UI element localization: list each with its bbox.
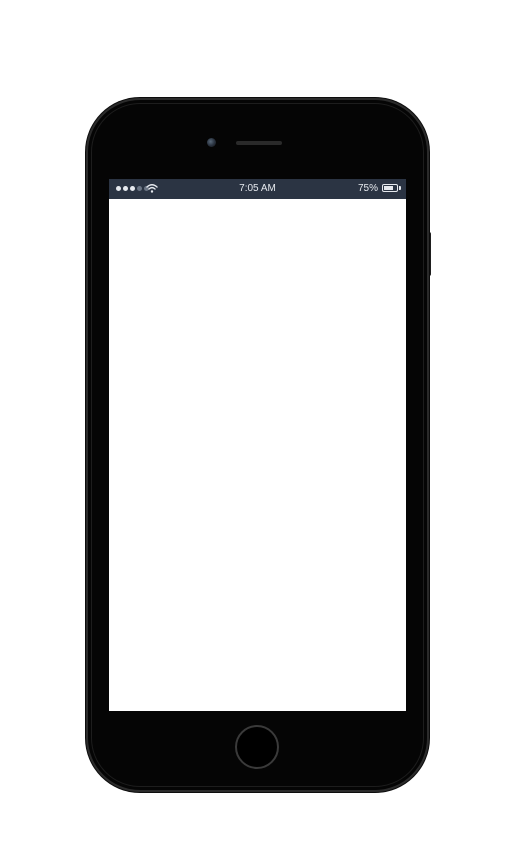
device-stage: 7:05 AM 75%	[0, 0, 514, 866]
phone-screen[interactable]: 7:05 AM 75%	[109, 179, 406, 711]
earpiece-speaker	[236, 141, 282, 145]
status-bar: 7:05 AM 75%	[109, 179, 406, 199]
battery-cap	[399, 186, 401, 190]
home-button[interactable]	[235, 725, 279, 769]
battery-icon	[382, 184, 398, 192]
power-button	[427, 232, 431, 276]
battery-fill	[384, 186, 393, 190]
battery-percentage: 75%	[357, 183, 378, 194]
front-camera-icon	[207, 138, 216, 147]
